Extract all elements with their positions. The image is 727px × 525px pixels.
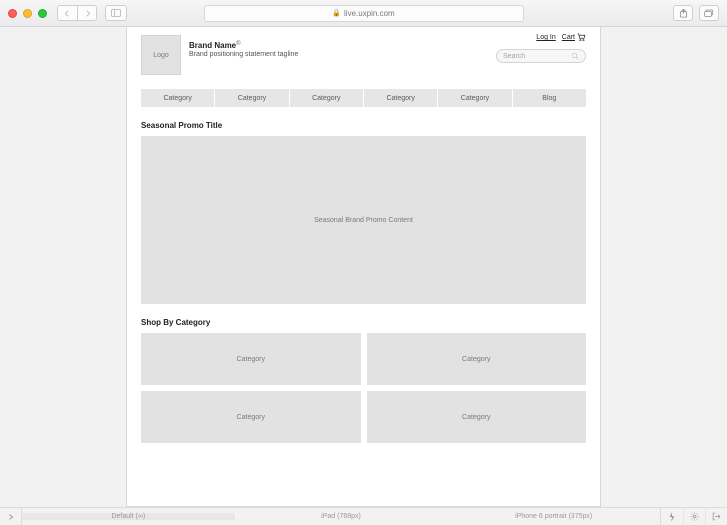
minimize-window-icon[interactable] <box>23 9 32 18</box>
category-card-label: Category <box>462 414 490 421</box>
close-window-icon[interactable] <box>8 9 17 18</box>
nav-item-label: Category <box>461 95 489 102</box>
breakpoint-default[interactable]: Default (∞) <box>22 513 235 520</box>
registered-mark: ® <box>236 41 240 47</box>
promo-content-label: Seasonal Brand Promo Content <box>314 217 413 224</box>
maximize-window-icon[interactable] <box>38 9 47 18</box>
nav-item-category[interactable]: Category <box>438 89 512 107</box>
exit-icon[interactable] <box>705 508 727 525</box>
address-bar[interactable]: 🔒 live.uxpin.com <box>204 5 524 22</box>
cart-link[interactable]: Cart <box>562 33 586 42</box>
bottom-bar-actions <box>660 508 727 525</box>
nav-item-category[interactable]: Category <box>141 89 215 107</box>
brand-tagline: Brand positioning statement tagline <box>189 51 298 58</box>
search-placeholder: Search <box>503 53 571 60</box>
settings-icon[interactable] <box>683 508 705 525</box>
nav-item-label: Category <box>312 95 340 102</box>
nav-item-category[interactable]: Category <box>215 89 289 107</box>
flash-icon[interactable] <box>661 508 683 525</box>
logo-placeholder[interactable]: Logo <box>141 35 181 75</box>
brand-name: Brand Name <box>189 41 236 50</box>
nav-item-category[interactable]: Category <box>364 89 438 107</box>
back-button[interactable] <box>57 5 77 21</box>
page-canvas: Logo Brand Name® Brand positioning state… <box>126 27 601 507</box>
category-grid: Category Category Category Category <box>141 333 586 443</box>
url-host: live.uxpin.com <box>344 9 395 18</box>
nav-item-label: Category <box>238 95 266 102</box>
promo-section-title: Seasonal Promo Title <box>141 121 586 130</box>
preview-viewport: Logo Brand Name® Brand positioning state… <box>0 27 727 507</box>
category-card-label: Category <box>237 356 265 363</box>
site-header: Logo Brand Name® Brand positioning state… <box>141 27 586 75</box>
show-sidebar-button[interactable] <box>105 5 127 21</box>
forward-button[interactable] <box>77 5 97 21</box>
primary-nav: Category Category Category Category Cate… <box>141 89 586 107</box>
category-card-label: Category <box>237 414 265 421</box>
breakpoint-ipad[interactable]: iPad (768px) <box>235 513 448 520</box>
logo-label: Logo <box>153 52 169 59</box>
tabs-button[interactable] <box>699 5 719 21</box>
login-link[interactable]: Log In <box>536 34 555 41</box>
nav-item-label: Category <box>163 95 191 102</box>
search-icon <box>571 52 579 60</box>
shop-section-title: Shop By Category <box>141 318 586 327</box>
lock-icon: 🔒 <box>332 9 341 17</box>
browser-toolbar: 🔒 live.uxpin.com <box>0 0 727 27</box>
category-card-label: Category <box>462 356 490 363</box>
category-card[interactable]: Category <box>141 333 361 385</box>
brand-block: Brand Name® Brand positioning statement … <box>189 41 298 58</box>
category-card[interactable]: Category <box>367 391 587 443</box>
breakpoint-bar: Default (∞) iPad (768px) iPhone 6 portra… <box>0 507 727 525</box>
share-button[interactable] <box>673 5 693 21</box>
nav-item-label: Blog <box>542 95 556 102</box>
nav-item-category[interactable]: Category <box>290 89 364 107</box>
breakpoint-label: iPad (768px) <box>321 513 361 520</box>
expand-panel-button[interactable] <box>0 508 22 525</box>
nav-item-blog[interactable]: Blog <box>513 89 586 107</box>
breakpoint-label: iPhone 6 portrait (375px) <box>515 513 592 520</box>
search-input[interactable]: Search <box>496 49 586 63</box>
nav-item-label: Category <box>386 95 414 102</box>
header-utility-links: Log In Cart <box>536 33 586 42</box>
breakpoint-label: Default (∞) <box>111 513 145 520</box>
category-card[interactable]: Category <box>367 333 587 385</box>
category-card[interactable]: Category <box>141 391 361 443</box>
window-controls <box>8 9 47 18</box>
cart-icon <box>577 33 586 42</box>
back-forward-group <box>57 5 97 21</box>
cart-label: Cart <box>562 34 575 41</box>
breakpoint-iphone[interactable]: iPhone 6 portrait (375px) <box>447 513 660 520</box>
promo-hero[interactable]: Seasonal Brand Promo Content <box>141 136 586 304</box>
